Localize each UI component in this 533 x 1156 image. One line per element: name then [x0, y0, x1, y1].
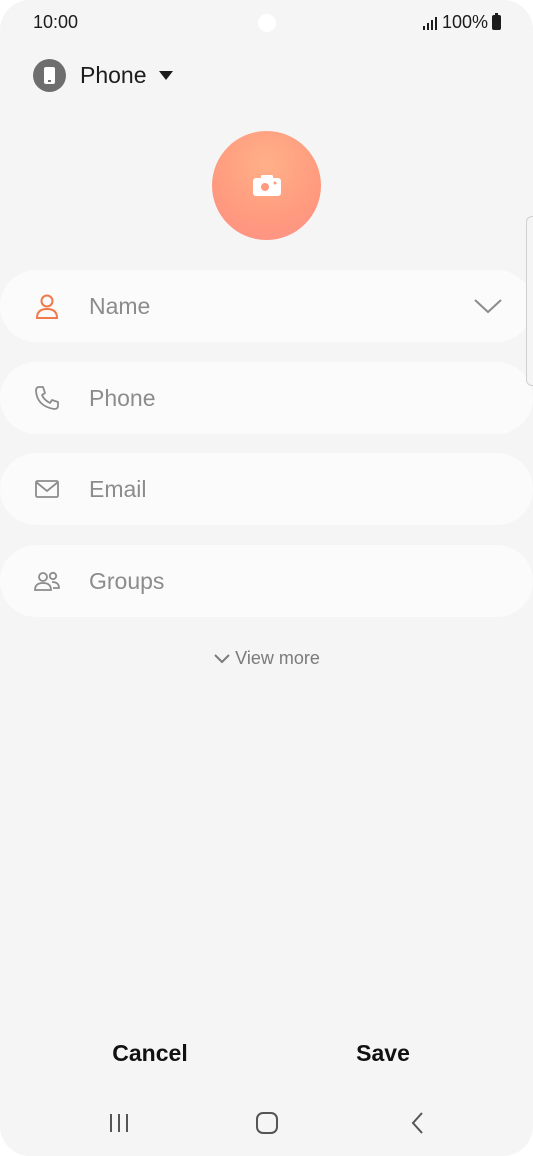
back-icon[interactable] — [398, 1108, 438, 1138]
phone-field[interactable]: Phone — [0, 362, 533, 434]
camera-icon — [252, 174, 281, 196]
scroll-indicator — [526, 216, 533, 386]
view-more-button[interactable]: View more — [0, 648, 533, 669]
phone-handset-icon — [35, 386, 59, 410]
groups-placeholder: Groups — [89, 567, 165, 594]
battery-percent: 100% — [441, 12, 488, 32]
phone-placeholder: Phone — [89, 384, 156, 411]
status-time: 10:00 — [33, 12, 79, 32]
battery-icon — [492, 13, 501, 30]
phone-device-icon — [33, 58, 66, 92]
dropdown-arrow-icon — [158, 70, 173, 80]
add-contact-screen: 10:00 100% Phone Name Phone Email Groups… — [0, 0, 533, 1156]
cancel-button[interactable]: Cancel — [17, 1030, 283, 1076]
groups-field[interactable]: Groups — [0, 545, 533, 617]
name-placeholder: Name — [89, 292, 151, 319]
status-indicators: 100% — [422, 12, 501, 33]
home-icon[interactable] — [247, 1108, 287, 1138]
envelope-icon — [35, 480, 59, 498]
navigation-bar — [0, 1096, 533, 1152]
signal-icon — [422, 16, 437, 30]
name-field[interactable]: Name — [0, 270, 533, 342]
bottom-actions: Cancel Save — [0, 1030, 533, 1076]
person-icon — [35, 294, 59, 319]
email-placeholder: Email — [89, 475, 147, 502]
email-field[interactable]: Email — [0, 453, 533, 525]
front-camera-cutout — [258, 14, 276, 32]
chevron-down-icon — [214, 654, 230, 664]
storage-account-label: Phone — [80, 61, 147, 88]
chevron-down-icon[interactable] — [473, 297, 503, 315]
save-button[interactable]: Save — [250, 1030, 516, 1076]
people-icon — [34, 571, 60, 591]
status-bar: 10:00 100% — [0, 0, 533, 44]
recent-apps-icon[interactable] — [99, 1108, 139, 1138]
view-more-label: View more — [235, 648, 320, 668]
storage-account-selector[interactable]: Phone — [33, 58, 173, 92]
contact-photo-button[interactable] — [212, 131, 321, 240]
